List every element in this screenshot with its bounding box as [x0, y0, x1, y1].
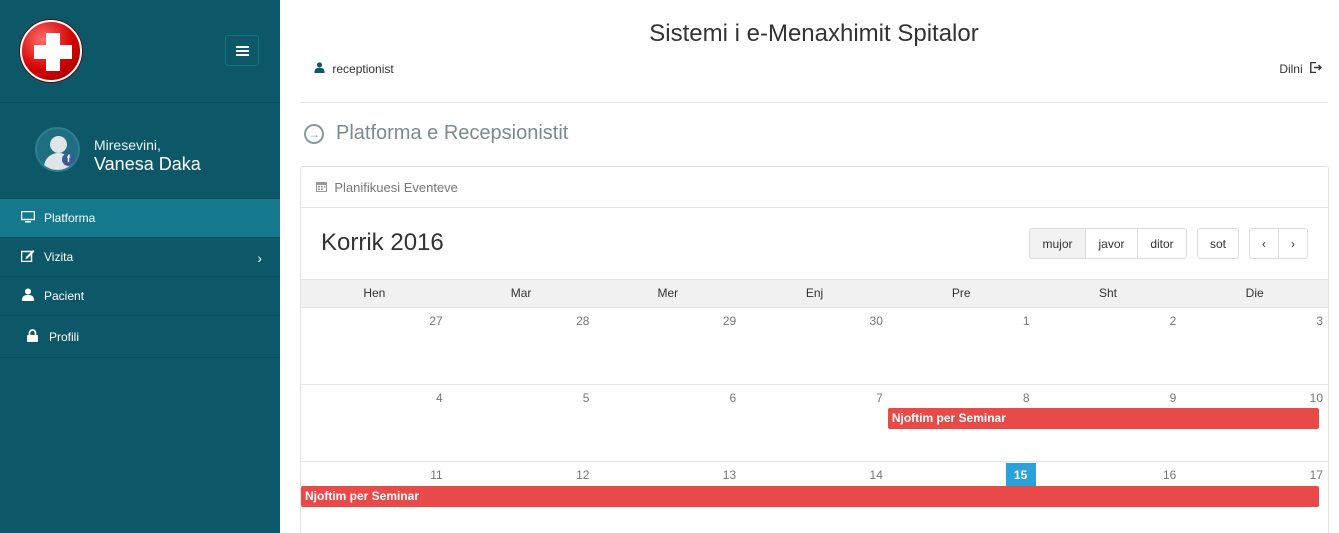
calendar-day-number: 2: [1169, 314, 1177, 328]
sidebar-item-profili[interactable]: Profili: [0, 316, 280, 358]
sidebar-item-label: Pacient: [44, 289, 85, 303]
user-icon: [20, 288, 36, 304]
weekday-label: Enj: [805, 286, 824, 300]
calendar-day-number: 8: [1022, 391, 1030, 405]
today-group: sot: [1197, 228, 1239, 259]
calendar-day-number: 13: [722, 468, 737, 482]
calendar-day-cell[interactable]: 5: [448, 385, 595, 461]
page-title: Sistemi i e-Menaxhimit Spitalor: [649, 20, 979, 47]
today-button[interactable]: sot: [1197, 228, 1239, 259]
sidebar-item-platforma[interactable]: Platforma: [0, 199, 280, 238]
calendar-day-cell[interactable]: 2: [1035, 308, 1182, 384]
sidebar-item-label: Platforma: [44, 211, 96, 225]
calendar-day-number: 6: [729, 391, 737, 405]
weekday-label: Die: [1245, 286, 1264, 300]
chevron-right-icon: ›: [257, 250, 262, 266]
calendar-day-number: 10: [1309, 391, 1324, 405]
lock-icon: [24, 328, 40, 345]
logout-link[interactable]: Dilni: [1279, 61, 1322, 76]
edit-icon: [20, 249, 36, 265]
weekday-label: Pre: [951, 286, 971, 300]
weekday-label: Sht: [1098, 286, 1117, 300]
current-user-label: receptionist: [332, 62, 394, 76]
calendar-day-number: 11: [430, 468, 443, 482]
next-month-button[interactable]: ›: [1279, 228, 1308, 259]
calendar-day-cell[interactable]: 3: [1181, 308, 1328, 384]
calendar-day-cell[interactable]: 6: [594, 385, 741, 461]
calendar-day-number: 28: [576, 314, 590, 328]
user-icon: [314, 62, 328, 76]
current-user-link[interactable]: receptionist: [314, 62, 394, 76]
avatar: f: [35, 127, 80, 172]
calendar-day-number: 5: [582, 391, 590, 405]
section-heading: → Platforma e Recepsionistit: [304, 122, 568, 145]
calendar-event[interactable]: Njoftim per Seminar: [301, 486, 1319, 507]
sidebar-brand: [0, 0, 280, 103]
today-date-badge: 15: [1005, 463, 1036, 488]
sidebar: f Miresevini, Vanesa Daka Platforma Vizi…: [0, 0, 280, 533]
calendar-day-number: 17: [1309, 468, 1324, 482]
sidebar-item-vizita[interactable]: Vizita ›: [0, 238, 280, 277]
calendar-day-number: 12: [576, 468, 590, 482]
calendar-day-cell[interactable]: 28: [448, 308, 595, 384]
weekday-header: Hen Mar Mer Enj Pre Sht Die: [301, 279, 1328, 308]
menu-toggle-button[interactable]: [225, 35, 259, 66]
calendar-day-cell[interactable]: 29: [594, 308, 741, 384]
prev-month-button[interactable]: ‹: [1249, 228, 1279, 259]
arrow-circle-right-icon: →: [304, 123, 324, 144]
calendar-day-number: 1: [1022, 314, 1030, 328]
user-name: Vanesa Daka: [94, 154, 201, 174]
sidebar-item-label: Vizita: [44, 250, 74, 264]
view-month-button[interactable]: mujor: [1029, 228, 1086, 259]
panel-heading: Planifikuesi Eventeve: [301, 167, 1328, 208]
sidebar-item-pacient[interactable]: Pacient: [0, 277, 280, 316]
panel-title: Planifikuesi Eventeve: [334, 180, 458, 195]
calendar-day-number: 3: [1316, 314, 1324, 328]
calendar-day-cell[interactable]: 4: [301, 385, 448, 461]
view-day-button[interactable]: ditor: [1138, 228, 1187, 259]
calendar-day-cell[interactable]: 30: [741, 308, 888, 384]
logout-label: Dilni: [1279, 62, 1303, 76]
view-week-button[interactable]: javor: [1086, 228, 1138, 259]
weekday-label: Mar: [510, 286, 532, 300]
facebook-icon: f: [62, 153, 75, 166]
calendar-panel: Planifikuesi Eventeve Korrik 2016 mujor …: [300, 166, 1329, 533]
calendar-week-row: 27 28 29 30 1 2 3: [301, 308, 1328, 385]
calendar-day-number: 9: [1169, 391, 1177, 405]
user-panel: f Miresevini, Vanesa Daka: [0, 103, 280, 199]
calendar-icon: [316, 181, 330, 195]
nav-group: ‹ ›: [1249, 228, 1308, 259]
view-switcher: mujor javor ditor: [1029, 228, 1187, 259]
calendar-day-number: 30: [869, 314, 883, 328]
main-content: Sistemi i e-Menaxhimit Spitalor receptio…: [280, 0, 1339, 533]
monitor-icon: [20, 210, 36, 226]
sidebar-item-label: Profili: [49, 329, 80, 344]
calendar-day-number: 29: [722, 314, 737, 328]
hospital-cross-logo[interactable]: [20, 20, 82, 82]
calendar-day-number: 7: [876, 391, 883, 405]
calendar-day-cell[interactable]: 7: [741, 385, 888, 461]
calendar-day-number: 27: [429, 314, 443, 328]
weekday-label: Hen: [363, 286, 386, 300]
calendar-day-number: 14: [869, 468, 883, 482]
section-heading-text: Platforma e Recepsionistit: [336, 122, 569, 144]
calendar-day-number: 16: [1162, 468, 1177, 482]
header-divider: [300, 102, 1328, 103]
calendar-day-cell[interactable]: 1: [888, 308, 1035, 384]
calendar-month-title: Korrik 2016: [321, 229, 444, 256]
calendar-event[interactable]: Njoftim per Seminar: [887, 408, 1319, 429]
weekday-label: Mer: [657, 286, 679, 300]
sign-out-icon: [1310, 61, 1322, 76]
calendar-day-cell[interactable]: 27: [301, 308, 448, 384]
calendar-day-number: 4: [436, 391, 443, 405]
welcome-text: Miresevini,: [94, 137, 161, 153]
